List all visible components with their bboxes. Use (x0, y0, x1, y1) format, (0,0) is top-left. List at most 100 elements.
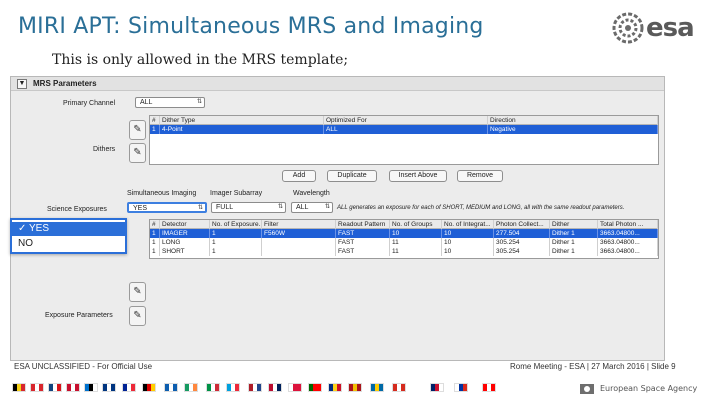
duplicate-button[interactable]: Duplicate (327, 170, 377, 182)
footer-classification: ESA UNCLASSIFIED - For Official Use (14, 362, 153, 371)
country-flag-icon (206, 383, 220, 392)
country-flag-icon (122, 383, 136, 392)
column-header[interactable]: Filter (262, 220, 336, 229)
column-header[interactable]: Detector (160, 220, 210, 229)
section-header: ▼ MRS Parameters (11, 77, 664, 91)
column-header[interactable]: # (150, 116, 160, 125)
edit-exposure-button[interactable]: ✎ (129, 282, 146, 302)
country-flag-icon (248, 383, 262, 392)
country-flag-icon (102, 383, 116, 392)
slide-footer: ESA UNCLASSIFIED - For Official Use Rome… (0, 362, 720, 405)
column-header[interactable]: Total Photon ... (598, 220, 658, 229)
country-flag-icon (348, 383, 362, 392)
column-header[interactable]: Readout Pattern (336, 220, 390, 229)
column-header[interactable]: Dither (550, 220, 598, 229)
esa-logo: esa (612, 10, 712, 46)
country-flag-icon (12, 383, 26, 392)
country-flag-icon (226, 383, 240, 392)
table-cell: Dither 1 (550, 229, 598, 238)
column-header[interactable]: Optimized For (324, 116, 488, 125)
wavelength-select[interactable]: ALL ⇅ (291, 202, 333, 213)
slide-title: MIRI APT: Simultaneous MRS and Imaging (18, 14, 484, 39)
wavelength-note: ALL generates an exposure for each of SH… (337, 205, 625, 211)
country-flag-icon (430, 383, 444, 392)
country-flag-icon (482, 383, 496, 392)
country-flag-icon (268, 383, 282, 392)
footer-agency-name: European Space Agency (600, 384, 698, 393)
table-cell: 1 (210, 238, 262, 247)
table-cell: 10 (390, 229, 442, 238)
table-cell: 11 (390, 247, 442, 256)
table-cell: 277.504 (494, 229, 550, 238)
stepper-arrows-icon: ⇅ (197, 205, 203, 211)
table-cell: LONG (160, 238, 210, 247)
table-cell: 1 (150, 229, 160, 238)
table-cell: 3663.04800... (598, 229, 658, 238)
insert-above-button[interactable]: Insert Above (389, 170, 447, 182)
primary-channel-select[interactable]: ALL ⇅ (135, 97, 205, 108)
table-row[interactable]: 1 IMAGER 1 F560W FAST 10 10 277.504 Dither 1 3663… (150, 229, 658, 238)
dithers-label: Dithers (93, 146, 116, 153)
exposure-table-header: # Detector No. of Exposure... Filter Rea… (150, 220, 658, 229)
country-flag-icon (308, 383, 322, 392)
esa-globe-icon (612, 12, 644, 44)
edit-exposure-button-2[interactable]: ✎ (129, 306, 146, 326)
slide-subtitle: This is only allowed in the MRS template… (52, 52, 349, 68)
country-flag-icon (142, 383, 156, 392)
menu-item-yes[interactable]: ✓ YES (12, 222, 125, 236)
add-button[interactable]: Add (282, 170, 316, 182)
table-cell: 1 (210, 229, 262, 238)
table-cell: 3663.04800... (598, 247, 658, 256)
country-flag-icon (164, 383, 178, 392)
simultaneous-imaging-select[interactable]: YES ⇅ (127, 202, 207, 213)
stepper-arrows-icon: ⇅ (324, 204, 330, 210)
table-cell: 305.254 (494, 238, 550, 247)
column-header[interactable]: Photon Collect... (494, 220, 550, 229)
wavelength-label: Wavelength (293, 190, 330, 197)
country-flag-icon (328, 383, 342, 392)
menu-item-no[interactable]: NO (12, 237, 125, 251)
table-cell: IMAGER (160, 229, 210, 238)
imager-subarray-label: Imager Subarray (210, 190, 263, 197)
simultaneous-imaging-value: YES (133, 205, 148, 212)
pencil-icon: ✎ (133, 147, 142, 158)
stepper-arrows-icon: ⇅ (196, 99, 202, 105)
table-cell: 11 (390, 238, 442, 247)
column-header[interactable]: No. of Exposure... (210, 220, 262, 229)
stepper-arrows-icon: ⇅ (277, 204, 283, 210)
table-row[interactable]: 1 LONG 1 FAST 11 10 305.254 Dither 1 3663.04800.… (150, 238, 658, 247)
column-header[interactable]: No. of Groups (390, 220, 442, 229)
remove-button[interactable]: Remove (457, 170, 503, 182)
country-flag-icon (30, 383, 44, 392)
collapse-triangle-icon[interactable]: ▼ (17, 79, 27, 89)
table-cell: 1 (150, 238, 160, 247)
column-header[interactable]: Dither Type (160, 116, 324, 125)
section-header-label: MRS Parameters (33, 79, 97, 88)
table-row[interactable]: 1 4-Point ALL Negative (150, 125, 658, 134)
table-row[interactable]: 1 SHORT 1 FAST 11 10 305.254 Dither 1 3663.04800… (150, 247, 658, 256)
simultaneous-imaging-label: Simultaneous Imaging (127, 190, 197, 197)
table-cell (262, 247, 336, 256)
table-cell: 1 (210, 247, 262, 256)
table-cell: FAST (336, 229, 390, 238)
edit-dither-button-2[interactable]: ✎ (129, 143, 146, 163)
wavelength-value: ALL (296, 204, 309, 211)
column-header[interactable]: Direction (488, 116, 658, 125)
country-flag-icon (184, 383, 198, 392)
exposure-table: # Detector No. of Exposure... Filter Rea… (149, 219, 659, 259)
country-flag-icon (66, 383, 80, 392)
table-cell: Dither 1 (550, 238, 598, 247)
imager-subarray-value: FULL (216, 204, 234, 211)
table-cell (262, 238, 336, 247)
country-flag-icon (84, 383, 98, 392)
country-flag-icon (288, 383, 302, 392)
table-cell: F560W (262, 229, 336, 238)
table-cell: 1 (150, 125, 160, 134)
column-header[interactable]: No. of Integrat... (442, 220, 494, 229)
table-cell: 305.254 (494, 247, 550, 256)
edit-dither-button[interactable]: ✎ (129, 120, 146, 140)
table-cell: FAST (336, 247, 390, 256)
table-cell: Negative (488, 125, 658, 134)
imager-subarray-select[interactable]: FULL ⇅ (211, 202, 286, 213)
column-header[interactable]: # (150, 220, 160, 229)
